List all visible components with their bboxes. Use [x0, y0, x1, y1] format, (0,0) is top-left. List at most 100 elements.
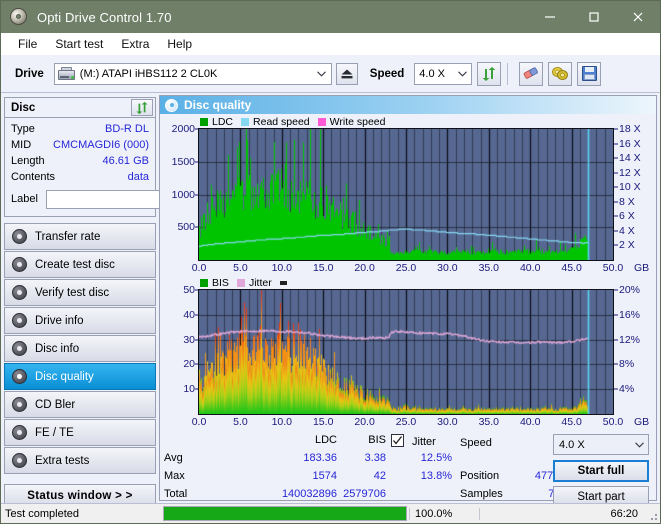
- row-value: 46.61 GB: [103, 155, 149, 167]
- drive-select[interactable]: (M:) ATAPI iHBS112 2 CL0K: [54, 63, 332, 85]
- coins-button[interactable]: [548, 62, 572, 86]
- refresh-button[interactable]: [477, 62, 501, 86]
- disc-icon: [12, 229, 27, 244]
- erase-button[interactable]: [519, 62, 543, 86]
- sidebar-item-extra-tests[interactable]: Extra tests: [4, 447, 156, 474]
- drive-label: Drive: [15, 68, 44, 80]
- y2-tick-label: 18 X: [619, 123, 641, 135]
- y2-tick-mark: [614, 364, 618, 365]
- sidebar-item-transfer-rate[interactable]: Transfer rate: [4, 223, 156, 250]
- label-caption: Label: [11, 193, 38, 205]
- minimize-button[interactable]: [528, 1, 572, 33]
- ldc-speed-axis: 2 X4 X6 X8 X10 X12 X14 X16 X18 X: [614, 128, 654, 261]
- jitter-label: Jitter: [412, 436, 436, 448]
- sidebar-item-disc-info[interactable]: Disc info: [4, 335, 156, 362]
- stats-jitter-max: 13.8%: [402, 470, 452, 482]
- save-button[interactable]: [577, 62, 601, 86]
- disc-panel-title: Disc: [11, 102, 35, 114]
- chevron-down-icon: [455, 69, 469, 79]
- panel-header: Disc quality: [160, 96, 656, 114]
- x-tick-label: 0.0: [192, 262, 207, 274]
- test-speed-select[interactable]: 4.0 X: [553, 434, 649, 455]
- y2-tick-mark: [614, 187, 618, 188]
- y-tick-label: 2000: [172, 123, 195, 135]
- legend-label-jitter: Jitter: [249, 277, 272, 289]
- stats-header-bis: BIS: [344, 434, 386, 446]
- sidebar-item-cd-bler[interactable]: CD Bler: [4, 391, 156, 418]
- disc-icon: [12, 313, 27, 328]
- sidebar-item-disc-quality[interactable]: Disc quality: [4, 363, 156, 390]
- y2-tick-label: 16 X: [619, 138, 641, 150]
- x-tick-label: 25.0: [396, 262, 416, 274]
- legend-swatch-bis: [200, 279, 208, 287]
- sidebar: Disc Type BD-R DL MID C: [1, 93, 159, 501]
- progress-percent: 100.0%: [409, 508, 479, 520]
- progress-fill: [164, 507, 406, 520]
- drive-icon: [58, 67, 76, 81]
- resize-grip[interactable]: [644, 507, 658, 521]
- y2-tick-label: 10 X: [619, 181, 641, 193]
- y2-tick-label: 14 X: [619, 152, 641, 164]
- close-icon[interactable]: [616, 1, 660, 33]
- charts-container: LDC Read speed Write speed 5001000150020…: [160, 114, 656, 430]
- legend-label-bis: BIS: [212, 277, 229, 289]
- sidebar-item-label: Extra tests: [35, 455, 89, 467]
- window-title: Opti Drive Control 1.70: [37, 10, 172, 25]
- y2-tick-mark: [614, 216, 618, 217]
- stats-row-label-max: Max: [164, 470, 185, 482]
- drive-value: (M:) ATAPI iHBS112 2 CL0K: [80, 68, 218, 80]
- y2-tick-label: 6 X: [619, 210, 635, 222]
- bis-plot[interactable]: [198, 289, 614, 415]
- disc-info-panel: Disc Type BD-R DL MID C: [4, 97, 156, 217]
- check-icon: [392, 435, 403, 446]
- sidebar-item-drive-info[interactable]: Drive info: [4, 307, 156, 334]
- disc-quality-panel: Disc quality LDC Read speed Write speed …: [159, 95, 657, 501]
- menu-help[interactable]: Help: [158, 35, 201, 53]
- legend-label-write-speed: Write speed: [330, 116, 386, 128]
- stats-bis-max: 42: [344, 470, 386, 482]
- y2-tick-mark: [614, 245, 618, 246]
- stats-bis-total: 2579706: [338, 488, 386, 500]
- disc-icon: [165, 99, 178, 112]
- stats-row-label-total: Total: [164, 488, 187, 500]
- ldc-x-axis: 0.05.010.015.020.025.030.035.040.045.050…: [198, 261, 654, 276]
- row-value: data: [128, 171, 149, 183]
- x-tick-label: 45.0: [561, 416, 581, 428]
- start-full-button[interactable]: Start full: [553, 460, 649, 482]
- disc-row-label: Label: [11, 187, 149, 211]
- toolbar-divider: [507, 63, 508, 85]
- sidebar-item-label: Drive info: [35, 315, 84, 327]
- stats-panel: LDC BIS Avg Max Total 183.36 1574 140032…: [160, 430, 656, 500]
- ldc-plot[interactable]: [198, 128, 614, 261]
- eject-button[interactable]: [336, 63, 358, 85]
- disc-refresh-button[interactable]: [131, 99, 153, 116]
- app-disc-icon: [9, 7, 29, 27]
- menu-file[interactable]: File: [9, 35, 46, 53]
- menu-extra[interactable]: Extra: [112, 35, 158, 53]
- menu-start-test[interactable]: Start test: [46, 35, 112, 53]
- sidebar-item-create-test-disc[interactable]: Create test disc: [4, 251, 156, 278]
- row-value: BD-R DL: [105, 123, 149, 135]
- x-tick-label: 40.0: [520, 416, 540, 428]
- disc-icon: [12, 257, 27, 272]
- speed-select[interactable]: 4.0 X: [414, 63, 472, 85]
- x-tick-label: 45.0: [561, 262, 581, 274]
- jitter-checkbox[interactable]: [391, 434, 404, 447]
- y2-tick-mark: [614, 201, 618, 202]
- sidebar-item-verify-test-disc[interactable]: Verify test disc: [4, 279, 156, 306]
- row-value: CMCMAGDI6 (000): [53, 139, 149, 151]
- sidebar-item-label: Verify test disc: [35, 287, 109, 299]
- stats-bis-avg: 3.38: [344, 452, 386, 464]
- row-key: Contents: [11, 171, 55, 183]
- x-tick-label: 5.0: [233, 416, 248, 428]
- y2-tick-mark: [614, 389, 618, 390]
- sidebar-item-fe-te[interactable]: FE / TE: [4, 419, 156, 446]
- progress-bar: [163, 506, 407, 521]
- y2-tick-label: 4%: [619, 383, 634, 395]
- page-title: Disc quality: [184, 98, 251, 112]
- ldc-chart-legend: LDC Read speed Write speed: [162, 115, 654, 128]
- y2-tick-label: 20%: [619, 284, 640, 296]
- maximize-button[interactable]: [572, 1, 616, 33]
- stats-header-ldc: LDC: [275, 434, 337, 446]
- status-bar: Test completed 100.0% 66:20: [1, 503, 660, 523]
